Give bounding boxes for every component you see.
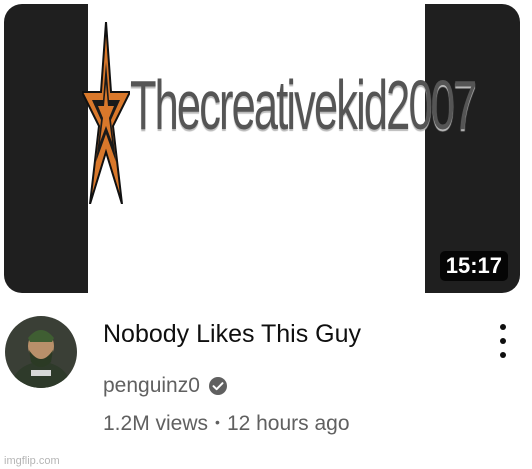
video-duration-badge: 15:17 — [439, 251, 508, 281]
video-thumbnail[interactable]: Thecreativekid2007 15:17 — [4, 4, 520, 293]
thumbnail-letterbox-right — [425, 4, 520, 293]
meta-separator: • — [215, 414, 220, 430]
thumbnail-channel-text: Thecreativekid2007 — [130, 66, 477, 144]
upload-time: 12 hours ago — [226, 412, 350, 435]
video-title[interactable]: Nobody Likes This Guy — [103, 320, 361, 349]
thumbnail-letterbox-left — [4, 4, 88, 293]
vertical-ellipsis-icon[interactable] — [493, 322, 513, 360]
imgflip-watermark: imgflip.com — [4, 455, 60, 467]
video-metadata: 1.2M views • 12 hours ago — [103, 412, 350, 436]
channel-name[interactable]: penguinz0 — [103, 374, 200, 398]
check-circle-icon — [208, 377, 227, 395]
view-count: 1.2M views — [103, 412, 209, 435]
star-logo-icon — [82, 22, 130, 204]
channel-avatar[interactable] — [5, 316, 77, 388]
avatar-image — [5, 316, 77, 388]
channel-row: penguinz0 — [103, 374, 228, 398]
